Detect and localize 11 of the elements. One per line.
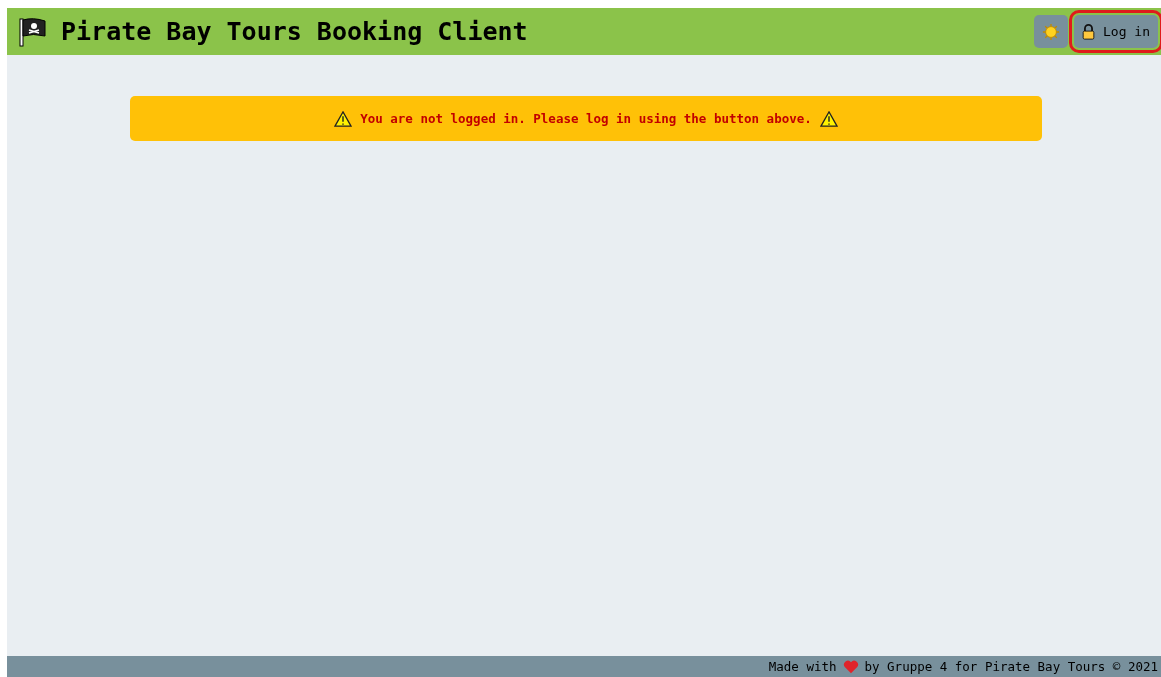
pirate-flag-icon [17, 16, 47, 47]
alert-message: You are not logged in. Please log in using the button above. [360, 111, 812, 126]
heart-icon [842, 659, 859, 674]
footer-text: by Gruppe 4 for Pirate Bay Tours © 2021 [864, 659, 1158, 674]
theme-toggle-button[interactable] [1034, 15, 1069, 48]
lock-icon [1082, 23, 1096, 40]
warning-icon [819, 110, 838, 127]
warning-icon [334, 110, 353, 127]
footer-text: Made with [768, 659, 837, 674]
sun-icon [1042, 22, 1061, 41]
app-title: Pirate Bay Tours Booking Client [61, 17, 528, 46]
